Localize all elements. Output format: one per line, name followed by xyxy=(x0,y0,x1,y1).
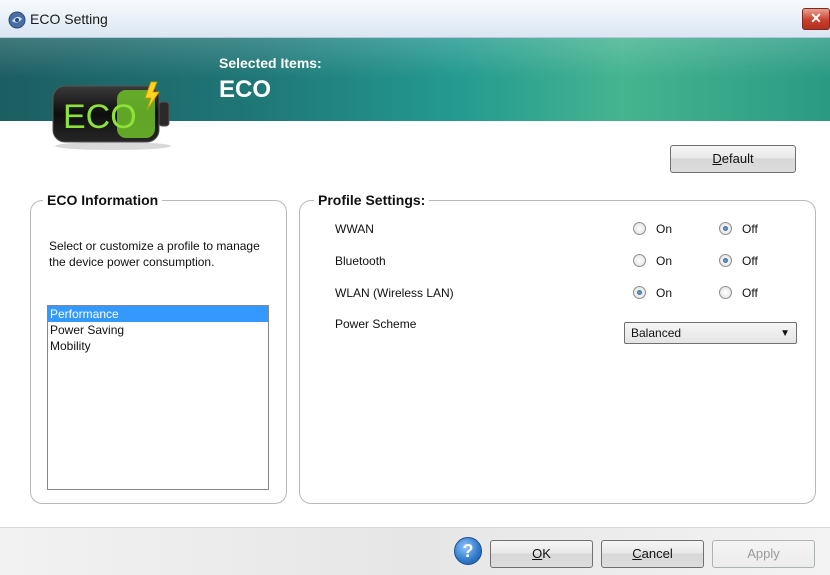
footer-bar xyxy=(0,527,830,575)
default-button[interactable]: Default xyxy=(670,145,796,173)
title-bar: ECO Setting ✕ xyxy=(0,0,830,38)
eco-app-icon xyxy=(8,11,26,29)
wlan-on-label: On xyxy=(656,286,673,300)
ok-button-label: K xyxy=(542,546,551,561)
selected-item-name: ECO xyxy=(219,76,272,103)
eco-battery-logo: ECO xyxy=(52,81,171,150)
power-scheme-value: Balanced xyxy=(631,326,682,340)
bluetooth-off-radio[interactable] xyxy=(719,254,732,267)
power-scheme-select[interactable]: Balanced ▼ xyxy=(624,322,797,344)
chevron-down-icon: ▼ xyxy=(780,328,790,339)
wwan-off-label: Off xyxy=(742,222,758,236)
list-item[interactable]: Power Saving xyxy=(48,322,268,338)
eco-information-description: Select or customize a profile to manage … xyxy=(49,239,260,269)
wlan-on-radio[interactable] xyxy=(633,286,646,299)
default-button-label: efault xyxy=(721,151,754,166)
wlan-off-radio[interactable] xyxy=(719,286,732,299)
wwan-label: WWAN xyxy=(335,222,374,236)
wwan-on-radio[interactable] xyxy=(633,222,646,235)
eco-logo-text: ECO xyxy=(63,98,137,136)
profile-list[interactable]: Performance Power Saving Mobility xyxy=(47,305,269,490)
eco-information-group: ECO Information Select or customize a pr… xyxy=(30,192,287,504)
wwan-off-radio[interactable] xyxy=(719,222,732,235)
ok-button[interactable]: OK xyxy=(490,540,593,568)
bluetooth-off-label: Off xyxy=(742,254,758,268)
selected-items-label: Selected Items: xyxy=(219,55,322,71)
wlan-off-label: Off xyxy=(742,286,758,300)
close-icon: ✕ xyxy=(810,10,822,26)
bluetooth-label: Bluetooth xyxy=(335,254,386,268)
bluetooth-on-label: On xyxy=(656,254,673,268)
eco-information-title: ECO Information xyxy=(43,192,163,208)
profile-settings-title: Profile Settings: xyxy=(314,192,430,208)
profile-settings-group: Profile Settings: WWAN On Off Bluetooth … xyxy=(299,192,816,504)
close-button[interactable]: ✕ xyxy=(802,8,830,30)
power-scheme-label: Power Scheme xyxy=(335,317,417,331)
default-button-accel: D xyxy=(712,151,722,166)
window-title: ECO Setting xyxy=(30,11,108,27)
wlan-label: WLAN (Wireless LAN) xyxy=(335,286,454,300)
list-item[interactable]: Performance xyxy=(48,306,268,322)
ok-button-accel: O xyxy=(532,546,543,561)
apply-button[interactable]: Apply xyxy=(712,540,815,568)
help-icon[interactable]: ? xyxy=(454,537,482,565)
cancel-button-label: ancel xyxy=(641,546,673,561)
bluetooth-on-radio[interactable] xyxy=(633,254,646,267)
cancel-button[interactable]: Cancel xyxy=(601,540,704,568)
cancel-button-accel: C xyxy=(632,546,642,561)
list-item[interactable]: Mobility xyxy=(48,338,268,354)
wwan-on-label: On xyxy=(656,222,673,236)
